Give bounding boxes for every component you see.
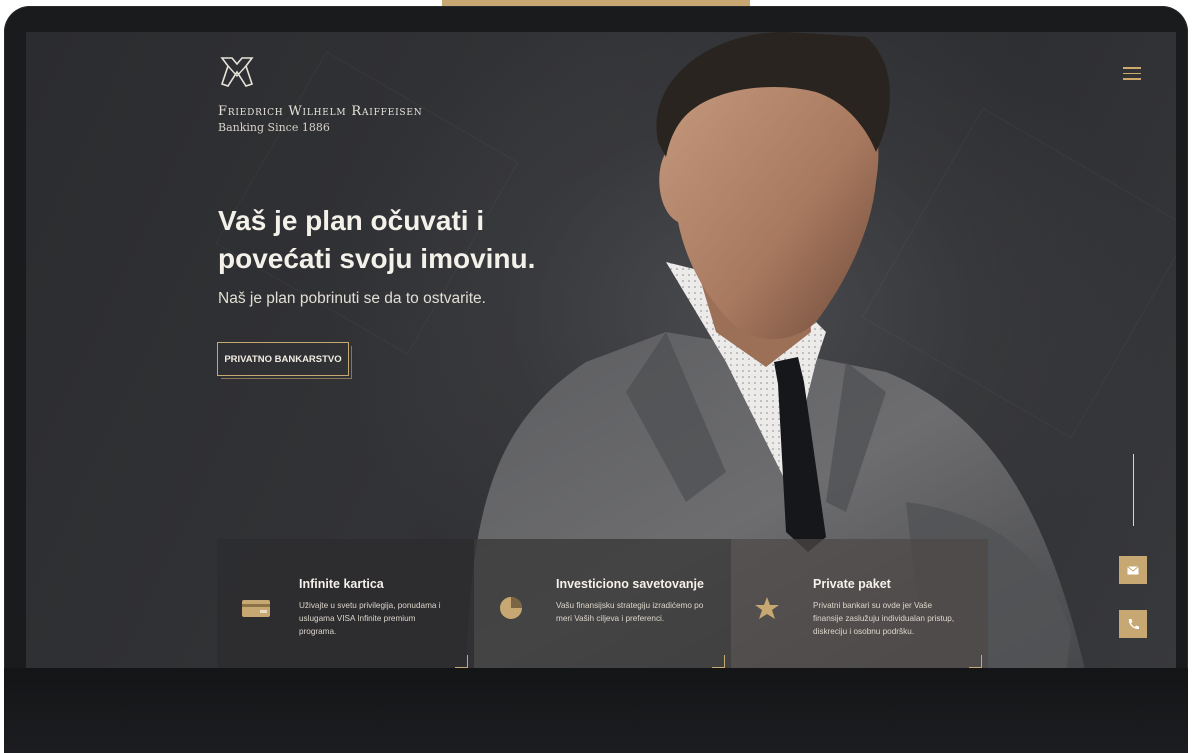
card-infinite[interactable]: Infinite kartica Uživajte u svetu privil…	[217, 539, 474, 674]
card-private-package[interactable]: Private paket Privatni bankari su ovde j…	[731, 539, 988, 674]
card-corner-accent	[455, 655, 468, 668]
credit-card-icon	[242, 600, 270, 617]
crossed-horse-heads-icon	[220, 57, 254, 87]
card-investment[interactable]: Investiciono savetovanje Vašu finansijsk…	[474, 539, 731, 674]
star-icon	[755, 597, 779, 619]
card-title: Private paket	[813, 577, 891, 591]
hamburger-icon[interactable]	[1123, 67, 1141, 81]
pie-chart-icon	[500, 597, 522, 619]
brand-name: Friedrich Wilhelm Raiffeisen	[218, 104, 423, 119]
card-title: Infinite kartica	[299, 577, 384, 591]
mail-icon	[1127, 565, 1139, 574]
hero-section: Friedrich Wilhelm Raiffeisen Banking Sin…	[26, 32, 1176, 674]
card-corner-accent	[712, 655, 725, 668]
phone-button[interactable]	[1119, 610, 1147, 638]
scroll-indicator	[1133, 454, 1134, 526]
phone-icon	[1128, 619, 1139, 630]
card-description: Vašu finansijsku strategiju izradićemo p…	[556, 601, 704, 623]
brand-tagline: Banking Since 1886	[218, 121, 330, 134]
mail-button[interactable]	[1119, 556, 1147, 584]
card-corner-accent	[969, 655, 982, 668]
private-banking-button[interactable]: PRIVATNO BANKARSTVO	[217, 342, 352, 379]
card-description: Uživajte u svetu privilegija, ponudama i…	[299, 601, 441, 636]
hero-headline: Vaš je plan očuvati i povećati svoju imo…	[218, 205, 536, 274]
feature-cards: Infinite kartica Uživajte u svetu privil…	[217, 539, 989, 674]
hero-subline: Naš je plan pobrinuti se da to ostvarite…	[218, 290, 486, 307]
card-title: Investiciono savetovanje	[556, 577, 704, 591]
laptop-bottom-bezel	[4, 668, 1188, 753]
card-description: Privatni bankari su ovde jer Vaše finans…	[813, 601, 955, 636]
laptop-frame: Friedrich Wilhelm Raiffeisen Banking Sin…	[4, 6, 1188, 753]
brand-logo[interactable]: Friedrich Wilhelm Raiffeisen Banking Sin…	[218, 54, 422, 134]
